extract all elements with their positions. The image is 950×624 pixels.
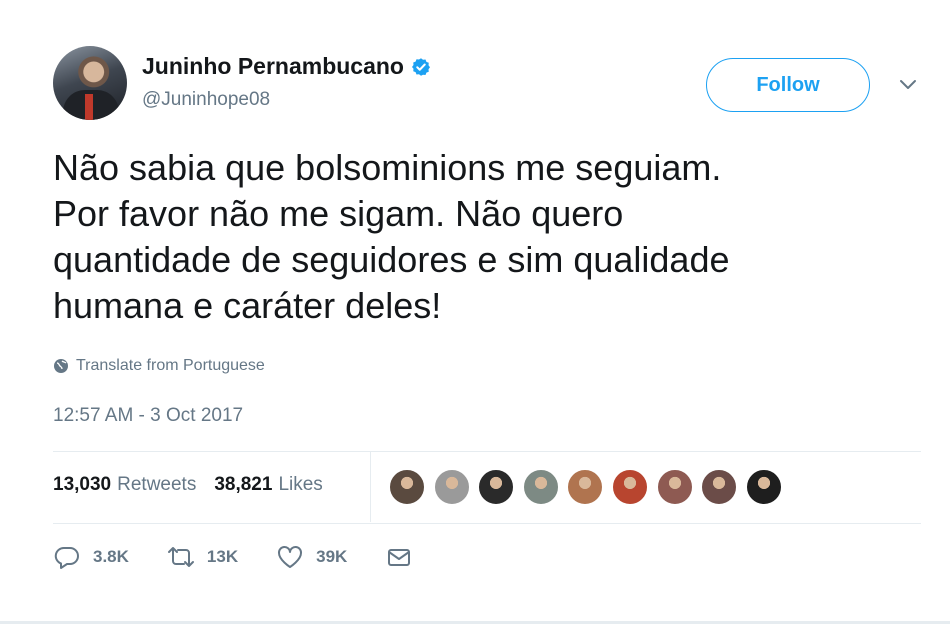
like-count: 39K	[316, 547, 348, 566]
follow-button[interactable]: Follow	[706, 58, 870, 112]
engagement-stats: 13,030 Retweets 38,821 Likes	[53, 474, 341, 496]
tweet-text: Não sabia que bolsominions me seguiam. P…	[53, 147, 730, 326]
handle[interactable]: @Juninhope08	[142, 89, 270, 111]
heart-icon	[278, 546, 303, 568]
envelope-icon	[388, 549, 411, 566]
tweet-card: Juninho Pernambucano @Juninhope08 Follow…	[0, 0, 950, 624]
liker-avatar[interactable]	[478, 469, 515, 505]
avatar[interactable]	[53, 46, 127, 120]
reply-count: 3.8K	[93, 547, 129, 566]
likes-label[interactable]: Likes	[278, 474, 322, 496]
verified-badge-icon	[411, 57, 430, 76]
stats-divider	[370, 452, 371, 522]
liker-avatar[interactable]	[745, 469, 782, 505]
action-bar: 3.8K 13K 39K	[53, 544, 451, 570]
retweet-icon	[167, 547, 194, 567]
chevron-down-icon[interactable]	[898, 77, 918, 93]
reply-button[interactable]: 3.8K	[53, 544, 129, 570]
name-row: Juninho Pernambucano	[142, 53, 431, 80]
liker-avatar[interactable]	[701, 469, 738, 505]
reply-icon	[54, 546, 79, 569]
liker-avatar[interactable]	[656, 469, 693, 505]
retweet-button[interactable]: 13K	[167, 544, 238, 570]
retweet-count: 13K	[206, 547, 239, 566]
likes-count[interactable]: 38,821	[214, 474, 272, 496]
liker-avatar[interactable]	[567, 469, 604, 505]
liker-avatar[interactable]	[389, 469, 425, 505]
like-button[interactable]: 39K	[276, 544, 347, 570]
retweets-label[interactable]: Retweets	[117, 474, 196, 496]
liker-avatar[interactable]	[433, 469, 470, 505]
display-name[interactable]: Juninho Pernambucano	[142, 53, 404, 80]
globe-icon	[54, 359, 68, 373]
divider-bottom	[53, 523, 921, 524]
liker-avatar[interactable]	[522, 469, 559, 505]
translate-label: Translate from Portuguese	[76, 357, 265, 374]
timestamp[interactable]: 12:57 AM - 3 Oct 2017	[53, 405, 243, 427]
direct-message-button[interactable]	[385, 544, 413, 570]
liker-avatar[interactable]	[611, 469, 648, 505]
translate-link[interactable]: Translate from Portuguese	[53, 357, 265, 375]
retweets-count[interactable]: 13,030	[53, 474, 111, 496]
divider-top	[53, 451, 921, 452]
liker-avatars	[389, 469, 790, 505]
avatar-stripe	[85, 94, 93, 120]
